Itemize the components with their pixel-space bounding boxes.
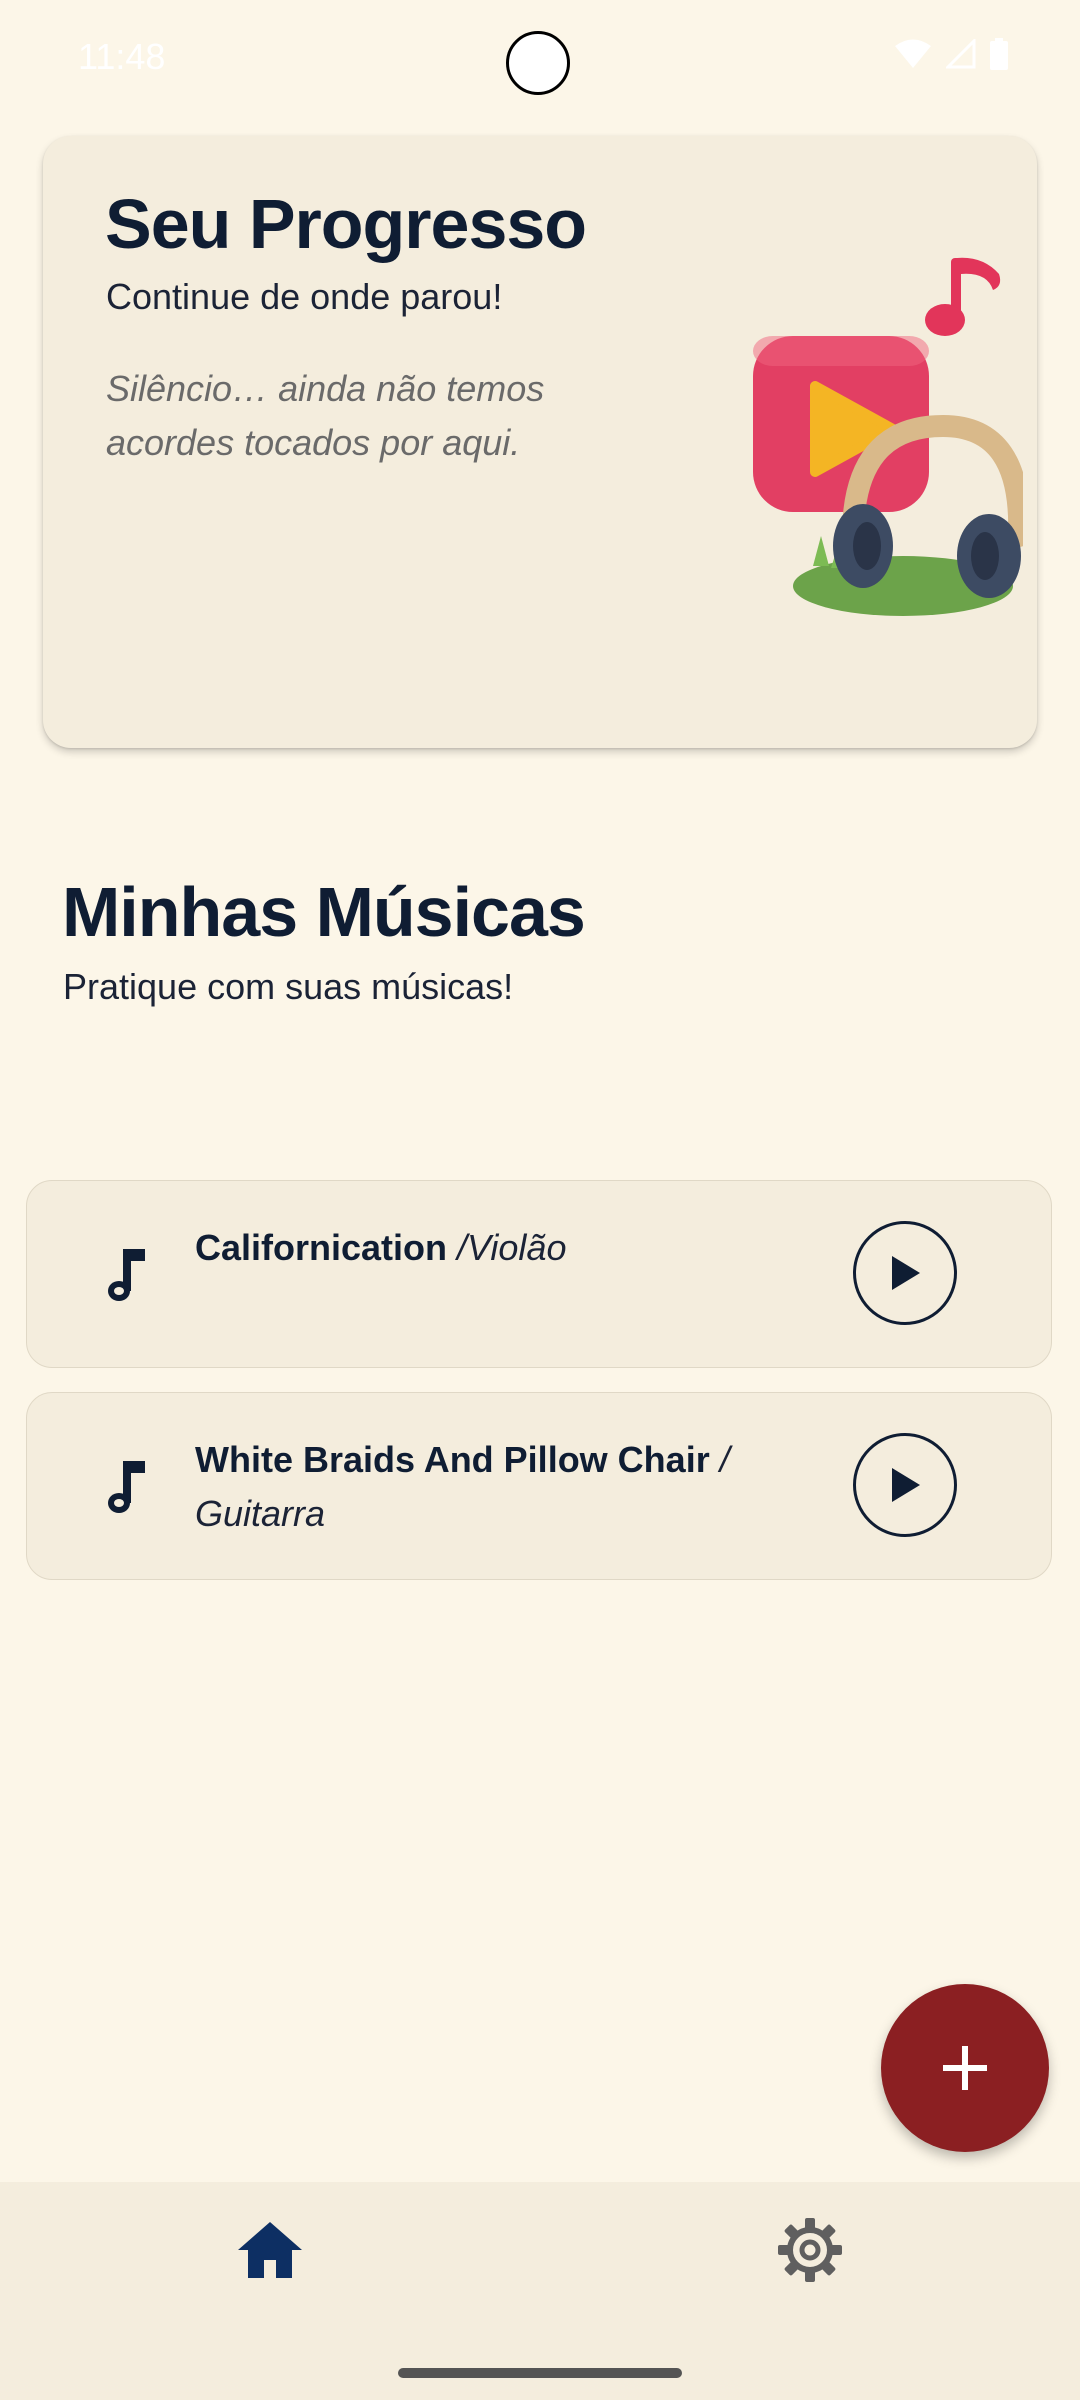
- add-song-button[interactable]: [881, 1984, 1049, 2152]
- progress-card: Seu Progresso Continue de onde parou! Si…: [43, 136, 1037, 748]
- progress-subtitle: Continue de onde parou!: [106, 276, 503, 317]
- songs-section-title: Minhas Músicas: [62, 873, 586, 951]
- signal-icon: [946, 39, 976, 69]
- music-note-icon: [105, 1247, 155, 1303]
- music-headphones-illustration: [703, 246, 1031, 626]
- wifi-icon: [894, 39, 932, 69]
- plus-icon: [943, 2046, 987, 2090]
- camera-cutout: [506, 31, 570, 95]
- song-separator: /: [447, 1227, 468, 1268]
- song-text: Californication /Violão: [195, 1221, 755, 1275]
- status-icons: [894, 38, 1008, 70]
- home-icon[interactable]: [236, 2220, 304, 2280]
- song-card[interactable]: Californication /Violão: [26, 1180, 1052, 1368]
- music-note-decoration: [925, 257, 1001, 336]
- progress-title: Seu Progresso: [105, 185, 587, 263]
- battery-icon: [990, 38, 1008, 70]
- status-time: 11:48: [78, 36, 166, 77]
- songs-section-subtitle: Pratique com suas músicas!: [63, 966, 514, 1007]
- progress-empty-message: Silêncio… ainda não temos acordes tocado…: [106, 368, 545, 463]
- song-title: Californication: [195, 1227, 448, 1268]
- play-icon: [892, 1256, 920, 1290]
- home-indicator[interactable]: [398, 2368, 682, 2378]
- song-card[interactable]: White Braids And Pillow Chair / Guitarra: [26, 1392, 1052, 1580]
- music-note-icon: [105, 1459, 155, 1515]
- status-bar: 11:48: [0, 0, 1080, 120]
- song-separator: /: [709, 1439, 730, 1480]
- gear-icon[interactable]: [776, 2216, 844, 2284]
- song-text: White Braids And Pillow Chair / Guitarra: [195, 1433, 755, 1541]
- play-button[interactable]: [853, 1433, 957, 1537]
- play-button[interactable]: [853, 1221, 957, 1325]
- song-instrument: Guitarra: [195, 1493, 326, 1534]
- song-instrument: Violão: [467, 1227, 567, 1268]
- song-title: White Braids And Pillow Chair: [195, 1439, 710, 1480]
- play-icon: [892, 1468, 920, 1502]
